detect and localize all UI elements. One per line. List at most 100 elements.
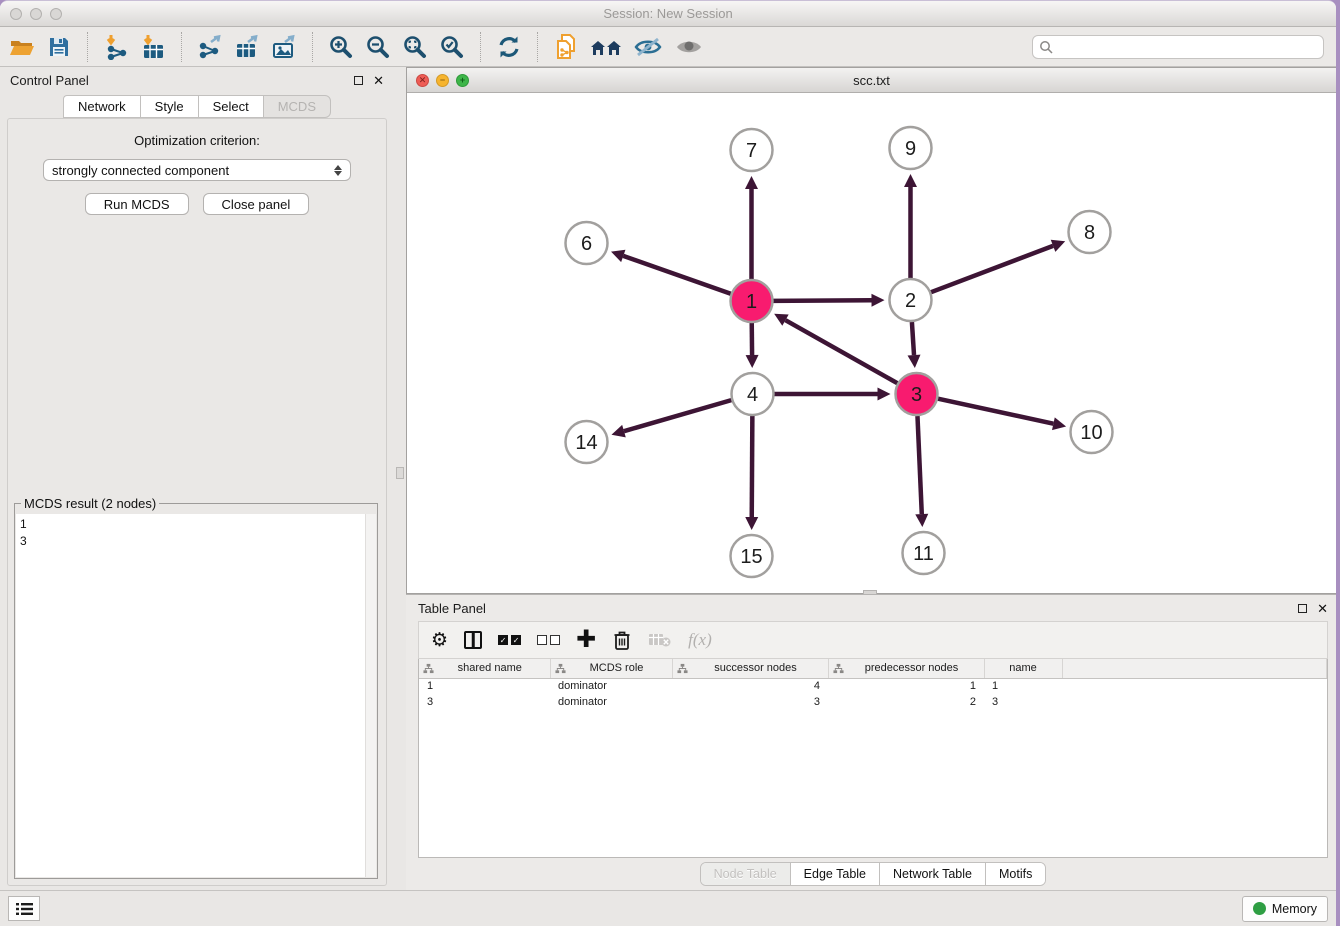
result-line: 1 xyxy=(20,517,27,531)
splitter-grip[interactable] xyxy=(396,467,404,479)
export-table-button[interactable] xyxy=(233,33,261,61)
memory-label: Memory xyxy=(1272,902,1317,916)
zoom-in-button[interactable] xyxy=(327,33,355,61)
unselect-all-columns-button[interactable] xyxy=(537,627,560,653)
network-graph[interactable]: 7968124314101511 xyxy=(407,93,1336,593)
toolbar-separator xyxy=(87,32,88,62)
graph-edge-3-1[interactable] xyxy=(785,320,897,383)
float-panel-icon[interactable] xyxy=(354,76,363,85)
cell-shared-name[interactable]: 3 xyxy=(419,694,550,710)
cell-name[interactable]: 1 xyxy=(984,678,1062,694)
graph-edge-4-14[interactable] xyxy=(624,400,731,431)
delete-table-button[interactable] xyxy=(648,627,672,653)
cell-mcds-role[interactable]: dominator xyxy=(550,694,672,710)
column-header-predecessor-nodes[interactable]: predecessor nodes xyxy=(828,659,984,678)
run-mcds-button[interactable]: Run MCDS xyxy=(85,193,189,215)
hierarchy-icon xyxy=(555,663,566,674)
cell-predecessor-nodes[interactable]: 1 xyxy=(828,678,984,694)
graph-edge-2-8[interactable] xyxy=(931,246,1053,292)
open-session-button[interactable] xyxy=(8,33,36,61)
zoom-selected-button[interactable] xyxy=(438,33,466,61)
graph-edge-3-10[interactable] xyxy=(938,399,1053,424)
graph-edge-4-15[interactable] xyxy=(752,416,753,517)
zoom-out-button[interactable] xyxy=(364,33,392,61)
table-row[interactable]: 3 dominator 3 2 3 xyxy=(419,694,1327,710)
graph-edge-arrowhead xyxy=(745,517,758,530)
refresh-layout-button[interactable] xyxy=(495,33,523,61)
memory-button[interactable]: Memory xyxy=(1242,896,1328,922)
save-session-button[interactable] xyxy=(45,33,73,61)
tab-network[interactable]: Network xyxy=(63,95,140,118)
tab-node-table[interactable]: Node Table xyxy=(701,863,791,885)
toolbar-separator xyxy=(181,32,182,62)
search-field[interactable] xyxy=(1032,35,1324,59)
cell-shared-name[interactable]: 1 xyxy=(419,678,550,694)
tab-mcds[interactable]: MCDS xyxy=(263,95,331,118)
export-network-button[interactable] xyxy=(196,33,224,61)
show-columns-button[interactable] xyxy=(464,627,482,653)
graph-edge-2-3[interactable] xyxy=(912,322,914,355)
select-stepper-icon xyxy=(334,165,342,176)
import-network-button[interactable] xyxy=(102,33,130,61)
cyndex-home-button[interactable] xyxy=(589,33,623,61)
import-table-button[interactable] xyxy=(139,33,167,61)
tab-style[interactable]: Style xyxy=(140,95,198,118)
close-table-panel-icon[interactable]: ✕ xyxy=(1317,602,1328,615)
optimization-criterion-label: Optimization criterion: xyxy=(8,133,386,148)
cell-predecessor-nodes[interactable]: 2 xyxy=(828,694,984,710)
hide-panels-button[interactable] xyxy=(632,33,664,61)
float-table-panel-icon[interactable] xyxy=(1298,604,1307,613)
network-window-titlebar: ✕ − + scc.txt xyxy=(407,68,1336,93)
result-scrollbar[interactable] xyxy=(365,514,376,877)
tab-network-table[interactable]: Network Table xyxy=(880,863,986,885)
table-panel-title: Table Panel xyxy=(418,601,486,616)
checked-box-icon: ✓ xyxy=(498,635,508,645)
memory-status-icon xyxy=(1253,902,1266,915)
vertical-splitter[interactable] xyxy=(394,67,406,890)
select-all-columns-button[interactable]: ✓✓ xyxy=(498,627,521,653)
column-header-successor-nodes[interactable]: successor nodes xyxy=(672,659,828,678)
export-image-button[interactable] xyxy=(270,33,298,61)
tab-motifs[interactable]: Motifs xyxy=(986,863,1045,885)
cell-successor-nodes[interactable]: 4 xyxy=(672,678,828,694)
export-table-icon xyxy=(234,34,260,60)
column-header-shared-name[interactable]: shared name xyxy=(419,659,550,678)
column-header-name[interactable]: name xyxy=(984,659,1062,678)
houses-icon xyxy=(589,35,623,59)
graph-node-label-7: 7 xyxy=(746,140,757,162)
search-input[interactable] xyxy=(1057,40,1317,54)
export-network-icon xyxy=(197,34,223,60)
node-table: shared name MCDS role successor nodes pr… xyxy=(418,659,1328,858)
cell-mcds-role[interactable]: dominator xyxy=(550,678,672,694)
function-builder-button[interactable]: f(x) xyxy=(688,627,712,653)
graph-edge-1-2[interactable] xyxy=(773,300,871,301)
cell-name[interactable]: 3 xyxy=(984,694,1062,710)
network-from-clipboard-button[interactable] xyxy=(552,33,580,61)
zoom-in-icon xyxy=(328,34,354,60)
table-row[interactable]: 1 dominator 4 1 1 xyxy=(419,678,1327,694)
zoom-selected-icon xyxy=(439,34,465,60)
checked-box-icon: ✓ xyxy=(511,635,521,645)
mcds-result-text[interactable]: 13 xyxy=(16,514,365,877)
add-column-button[interactable]: ✚ xyxy=(576,627,596,653)
close-panel-button[interactable]: Close panel xyxy=(203,193,310,215)
tab-select[interactable]: Select xyxy=(198,95,263,118)
delete-column-button[interactable] xyxy=(612,627,632,653)
column-header-filler xyxy=(1062,659,1327,678)
graph-edge-arrowhead xyxy=(746,355,759,368)
close-panel-icon[interactable]: ✕ xyxy=(373,74,384,87)
graph-edge-3-11[interactable] xyxy=(917,416,921,514)
graph-edge-1-6[interactable] xyxy=(623,256,730,294)
network-bottom-grip[interactable] xyxy=(863,590,877,595)
task-history-button[interactable] xyxy=(8,896,40,921)
zoom-fit-button[interactable] xyxy=(401,33,429,61)
cell-successor-nodes[interactable]: 3 xyxy=(672,694,828,710)
table-settings-button[interactable]: ⚙ xyxy=(431,627,448,653)
tab-edge-table[interactable]: Edge Table xyxy=(791,863,880,885)
column-header-mcds-role[interactable]: MCDS role xyxy=(550,659,672,678)
graph-edge-arrowhead xyxy=(878,388,891,401)
optimization-criterion-select[interactable]: strongly connected component xyxy=(43,159,351,181)
eye-slash-icon xyxy=(633,36,663,58)
graph-node-label-8: 8 xyxy=(1084,222,1095,244)
show-panels-button[interactable] xyxy=(673,33,705,61)
